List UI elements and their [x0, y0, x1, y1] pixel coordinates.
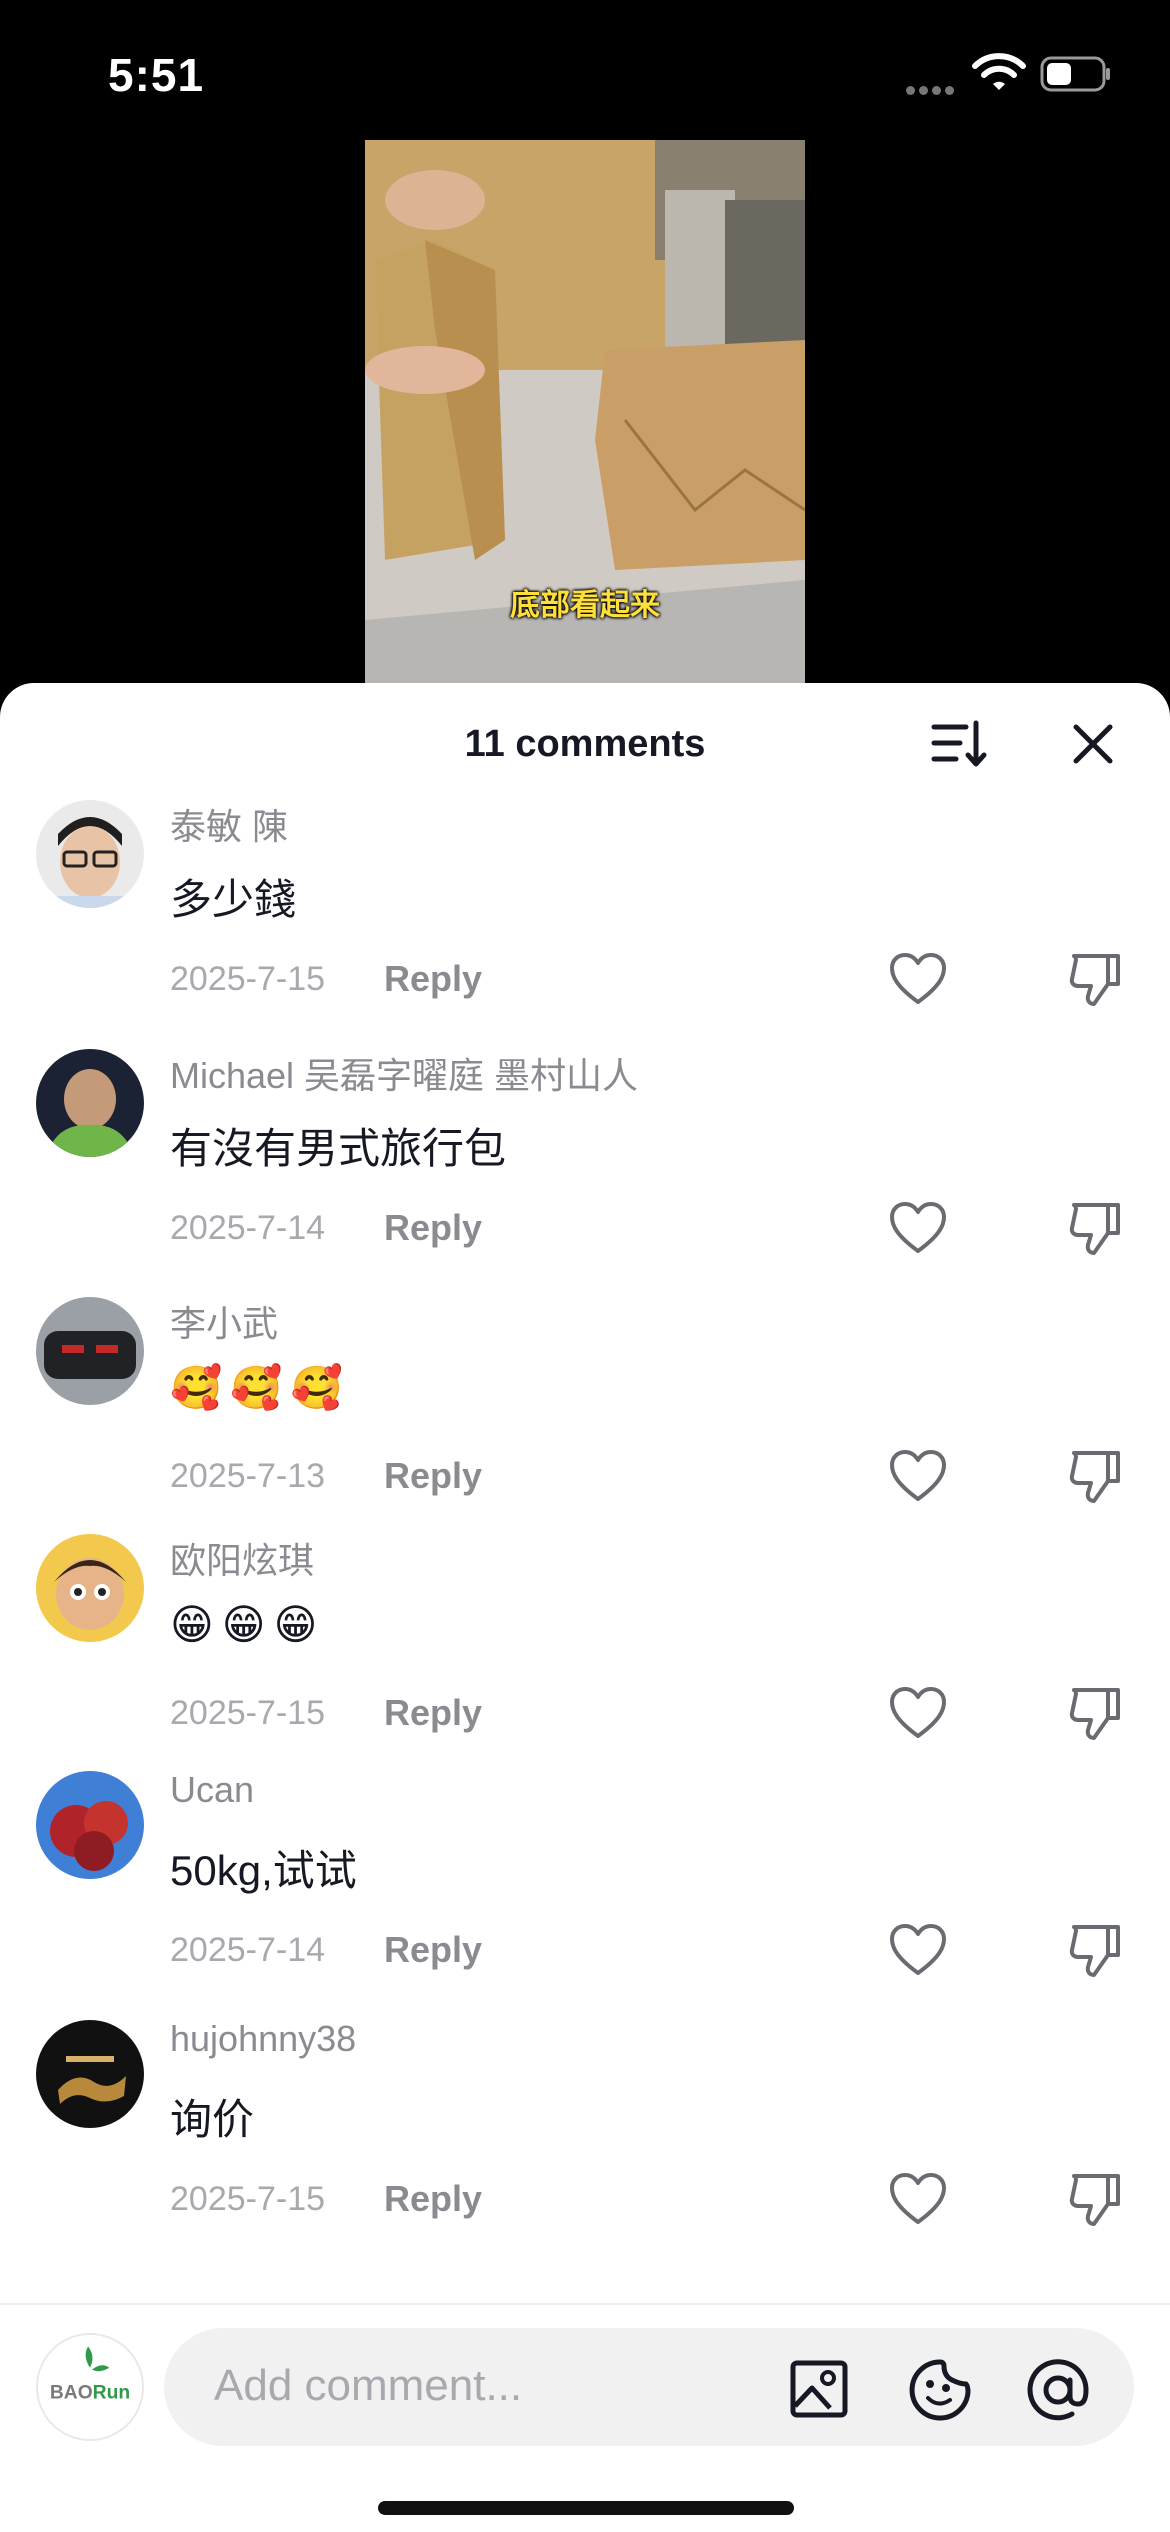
comment-text: 🥰🥰🥰 — [170, 1363, 351, 1412]
sort-button[interactable] — [930, 719, 990, 769]
divider — [0, 2303, 1170, 2305]
heart-icon — [890, 1687, 946, 1738]
avatar[interactable] — [36, 800, 144, 908]
thumbs-down-icon — [1069, 2174, 1120, 2226]
dislike-button[interactable] — [1068, 2170, 1124, 2228]
avatar[interactable] — [36, 1049, 144, 1157]
comment-item: hujohnny38 询价 2025-7-15 Reply — [0, 2018, 1170, 2270]
dislike-button[interactable] — [1068, 1921, 1124, 1979]
sheet-header: 11 comments — [0, 683, 1170, 793]
comment-date: 2025-7-15 — [170, 1694, 326, 1732]
sticker-icon — [909, 2359, 971, 2421]
battery-icon — [1040, 56, 1112, 92]
home-indicator — [378, 2501, 794, 2515]
comments-sheet: 11 comments 泰敏 陳 多少錢 2025-7-15 Reply Mic… — [0, 683, 1170, 2532]
like-button[interactable] — [888, 952, 948, 1008]
video-frame[interactable]: 底部看起来 — [365, 140, 805, 690]
comment-username[interactable]: 李小武 — [170, 1295, 278, 1347]
comment-input[interactable] — [214, 2356, 774, 2416]
comment-item: 李小武 🥰🥰🥰 2025-7-13 Reply — [0, 1297, 1170, 1547]
reply-button[interactable]: Reply — [384, 2178, 482, 2220]
comment-date: 2025-7-13 — [170, 1457, 326, 1495]
comment-text: 50kg,试试 — [170, 1847, 357, 1894]
comment-text: 😁😁😁 — [170, 1600, 326, 1649]
thumbs-down-icon — [1069, 1451, 1120, 1503]
avatar[interactable] — [36, 1771, 144, 1879]
comment-item: Ucan 50kg,试试 2025-7-14 Reply — [0, 1769, 1170, 2021]
thumbs-down-icon — [1069, 1688, 1120, 1740]
heart-icon — [890, 1450, 946, 1501]
comment-item: 欧阳炫琪 😁😁😁 2025-7-15 Reply — [0, 1534, 1170, 1784]
comment-username[interactable]: 泰敏 陳 — [170, 798, 288, 850]
close-button[interactable] — [1068, 719, 1118, 769]
heart-icon — [890, 1202, 946, 1253]
reply-button[interactable]: Reply — [384, 1692, 482, 1734]
reply-button[interactable]: Reply — [384, 958, 482, 1000]
my-avatar[interactable]: BAORun — [36, 2333, 144, 2441]
status-time: 5:51 — [108, 49, 205, 101]
avatar[interactable] — [36, 1297, 144, 1405]
comments-count: 11 comments — [464, 723, 706, 765]
status-bar: 5:51 — [0, 0, 1170, 140]
like-button[interactable] — [888, 1449, 948, 1505]
sticker-button[interactable] — [908, 2358, 972, 2422]
reply-button[interactable]: Reply — [384, 1455, 482, 1497]
wifi-icon — [972, 52, 1026, 92]
thumbs-down-icon — [1069, 954, 1120, 1006]
image-icon — [790, 2360, 848, 2418]
comment-text: 有沒有男式旅行包 — [170, 1125, 507, 1172]
like-button[interactable] — [888, 2172, 948, 2228]
heart-icon — [890, 1924, 946, 1975]
heart-icon — [890, 2173, 946, 2224]
mention-button[interactable] — [1026, 2358, 1090, 2422]
comment-username[interactable]: 欧阳炫琪 — [170, 1532, 314, 1584]
comment-username[interactable]: hujohnny38 — [170, 2018, 356, 2060]
dislike-button[interactable] — [1068, 950, 1124, 1008]
sort-icon — [931, 720, 987, 767]
comment-input-box[interactable] — [164, 2328, 1134, 2446]
comment-item: Michael 吴磊字曜庭 墨村山人 有沒有男式旅行包 2025-7-14 Re… — [0, 1049, 1170, 1299]
comment-date: 2025-7-15 — [170, 2180, 326, 2218]
dislike-button[interactable] — [1068, 1684, 1124, 1742]
avatar[interactable] — [36, 1534, 144, 1642]
thumbs-down-icon — [1069, 1203, 1120, 1255]
thumbs-down-icon — [1069, 1925, 1120, 1977]
dislike-button[interactable] — [1068, 1447, 1124, 1505]
comment-username[interactable]: Ucan — [170, 1769, 254, 1811]
image-button[interactable] — [790, 2360, 848, 2418]
comment-username[interactable]: Michael 吴磊字曜庭 墨村山人 — [170, 1047, 638, 1099]
like-button[interactable] — [888, 1201, 948, 1257]
heart-icon — [890, 953, 946, 1004]
video-caption: 底部看起来 — [510, 589, 660, 622]
close-icon — [1073, 724, 1113, 764]
comment-text: 询价 — [170, 2096, 255, 2143]
comment-date: 2025-7-15 — [170, 960, 326, 998]
comment-item: 泰敏 陳 多少錢 2025-7-15 Reply — [0, 800, 1170, 1050]
avatar[interactable] — [36, 2020, 144, 2128]
reply-button[interactable]: Reply — [384, 1929, 482, 1971]
brand-logo-text: BAORun — [50, 2383, 130, 2404]
comment-date: 2025-7-14 — [170, 1931, 326, 1969]
dislike-button[interactable] — [1068, 1199, 1124, 1257]
cellular-signal-icon — [906, 82, 960, 95]
like-button[interactable] — [888, 1923, 948, 1979]
comment-date: 2025-7-14 — [170, 1209, 326, 1247]
reply-button[interactable]: Reply — [384, 1207, 482, 1249]
like-button[interactable] — [888, 1686, 948, 1742]
mention-icon — [1027, 2359, 1089, 2421]
comment-text: 多少錢 — [170, 876, 297, 923]
brand-logo: BAORun — [38, 2335, 142, 2439]
